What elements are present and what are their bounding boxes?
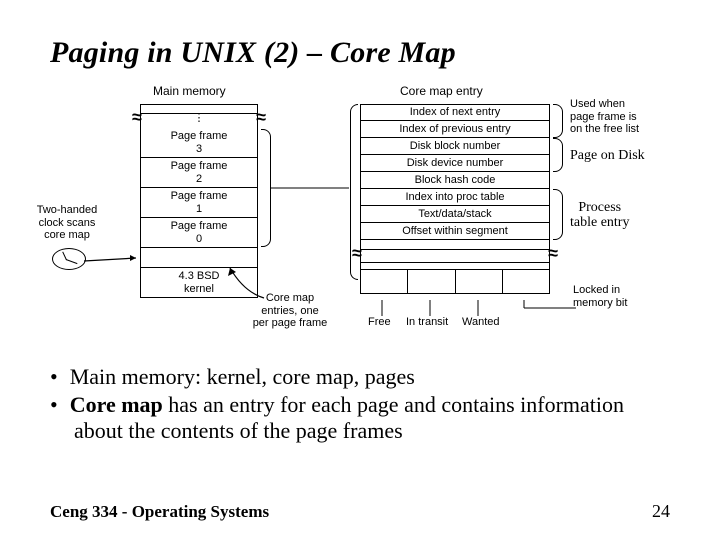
- cm-row-1: Index of previous entry: [360, 121, 550, 138]
- process-table-entry-note: Processtable entry: [570, 200, 629, 231]
- brace-mm-pages: [261, 129, 271, 247]
- brace-freelist: [553, 104, 563, 138]
- page-frame-3: Page frame3: [140, 128, 258, 158]
- bullet-1: Main memory: kernel, core map, pages: [50, 364, 670, 390]
- clock-icon: [52, 248, 86, 270]
- cm-row-6: Text/data/stack: [360, 206, 550, 223]
- cm-row-3: Disk device number: [360, 155, 550, 172]
- bullet-list: Main memory: kernel, core map, pages Cor…: [50, 364, 670, 444]
- brace-proc: [553, 189, 563, 240]
- slide-title: Paging in UNIX (2) – Core Map: [50, 36, 670, 70]
- cm-row-2: Disk block number: [360, 138, 550, 155]
- core-map-entry-label: Core map entry: [400, 84, 483, 98]
- footer-course: Ceng 334 - Operating Systems: [50, 502, 269, 522]
- brace-cm-full: [350, 104, 358, 280]
- brace-pageondisk: [553, 138, 563, 172]
- free-list-note: Used whenpage frame ison the free list: [570, 98, 660, 136]
- flag-intransit: In transit: [406, 316, 448, 328]
- main-memory-label: Main memory: [153, 84, 226, 98]
- cm-row-4: Block hash code: [360, 172, 550, 189]
- page-frame-0: Page frame0: [140, 218, 258, 248]
- cm-row-7: Offset within segment: [360, 223, 550, 240]
- core-map-entry-column: Index of next entry Index of previous en…: [360, 104, 550, 294]
- page-frame-1: Page frame1: [140, 188, 258, 218]
- bullet-2: Core map has an entry for each page and …: [50, 392, 670, 444]
- page-on-disk-note: Page on Disk: [570, 148, 645, 163]
- cm-row-5: Index into proc table: [360, 189, 550, 206]
- flag-row: [360, 270, 550, 294]
- flag-free: Free: [368, 316, 391, 328]
- locked-bit-note: Locked inmemory bit: [573, 284, 653, 309]
- flag-wanted: Wanted: [462, 316, 500, 328]
- page-frame-2: Page frame2: [140, 158, 258, 188]
- cm-row-0: Index of next entry: [360, 104, 550, 121]
- clock-note: Two-handedclock scanscore map: [28, 204, 106, 242]
- diagram: Main memory ≈ ≈ ⋮ Page frame3 Page frame…: [50, 84, 670, 356]
- footer-page-number: 24: [652, 501, 670, 522]
